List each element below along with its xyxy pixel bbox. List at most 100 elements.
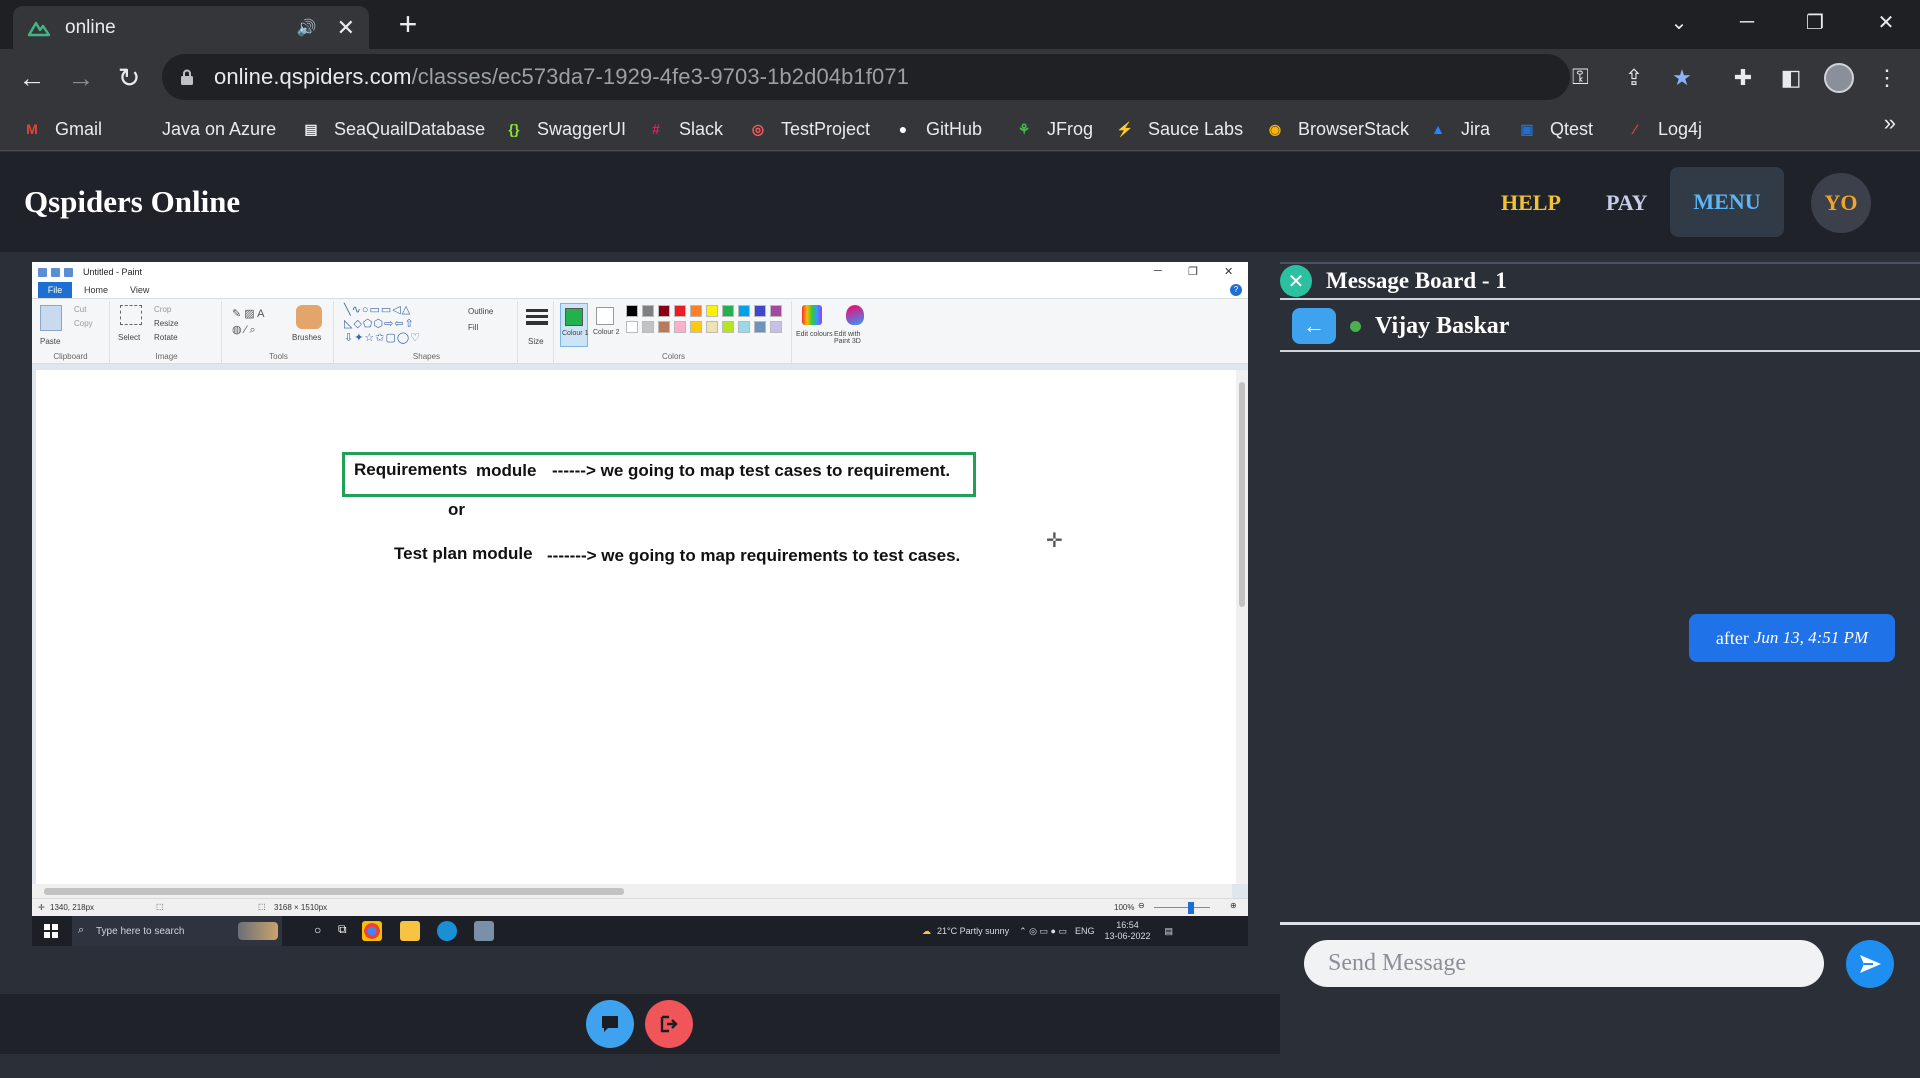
help-link[interactable]: HELP <box>1501 190 1561 216</box>
browser-tab[interactable]: online 🔊 ✕ <box>13 6 369 49</box>
reload-icon[interactable]: ↻ <box>110 59 148 97</box>
pay-link[interactable]: PAY <box>1606 190 1648 216</box>
cursor-position-icon: ✛ <box>38 903 45 912</box>
paint-minimize-icon: ─ <box>1154 265 1162 277</box>
windows-start-icon <box>44 924 58 938</box>
bookmark-log4j[interactable]: ⁄ Log4j <box>1624 115 1702 143</box>
send-button[interactable] <box>1846 940 1894 988</box>
size-label: Size <box>528 337 544 346</box>
tab-search-chevron-icon[interactable]: ⌄ <box>1645 0 1713 44</box>
extensions-puzzle-icon[interactable]: ✚ <box>1723 58 1763 98</box>
search-highlight-image <box>238 922 278 940</box>
close-board-icon[interactable]: ✕ <box>1280 265 1312 297</box>
brand-title[interactable]: Qspiders Online <box>24 184 240 220</box>
requirements-word: Requirements <box>354 460 468 479</box>
minimize-button[interactable]: ─ <box>1713 0 1781 44</box>
github-icon: ● <box>898 121 908 137</box>
edit-colors-button: Edit colours <box>794 301 833 363</box>
paint-taskbar-icon <box>474 921 494 941</box>
zoom-slider-thumb <box>1188 902 1194 914</box>
cut-label: Cut <box>74 305 87 314</box>
paint-ribbon-tabs: File Home View ? <box>32 282 1248 298</box>
audio-playing-icon[interactable]: 🔊 <box>297 18 317 38</box>
message-board-title: Message Board - 1 <box>1326 268 1507 293</box>
browser-tab-strip: online 🔊 ✕ + ⌄ ─ ❐ ✕ <box>0 0 1920 49</box>
back-arrow-icon[interactable]: ← <box>13 59 51 97</box>
palette-swatch <box>738 305 750 317</box>
clock-time: 16:54 <box>1116 920 1139 930</box>
cursor-position: 1340, 218px <box>50 903 95 912</box>
color1-selector: Colour 1 <box>560 303 588 347</box>
bookmark-star-icon[interactable]: ★ <box>1662 58 1702 98</box>
system-tray: ☁ 21°C Partly sunny ⌃ ◎ ▭ ● ▭ ENG 16:54 … <box>922 916 1173 946</box>
bookmark-jira[interactable]: ▲ Jira <box>1427 115 1490 143</box>
online-status-icon <box>1350 320 1361 332</box>
qtest-icon: ▣ <box>1520 120 1534 137</box>
paste-label: Paste <box>40 337 61 346</box>
profile-avatar-icon[interactable] <box>1819 58 1859 98</box>
bookmark-label: Java on Azure <box>162 118 277 139</box>
paint-close-icon: ✕ <box>1224 266 1234 278</box>
test-plan-arrow-note: -------> we going to map requirements to… <box>547 546 961 565</box>
menu-button[interactable]: MENU <box>1670 167 1784 237</box>
bookmark-jfrog[interactable]: ⚘ JFrog <box>1013 115 1093 143</box>
chat-toggle-button[interactable] <box>586 1000 634 1048</box>
leave-class-button[interactable] <box>645 1000 693 1048</box>
address-bar[interactable]: online.qspiders.com/classes/ec573da7-192… <box>162 54 1589 100</box>
paint-titlebar: Untitled - Paint ─ ❐ ✕ <box>32 262 1248 282</box>
palette-swatch <box>706 305 718 317</box>
bookmark-github[interactable]: ● GitHub <box>892 115 982 143</box>
palette-swatch <box>706 321 718 333</box>
restore-button[interactable]: ❐ <box>1781 0 1849 44</box>
bookmark-slack[interactable]: # Slack <box>645 115 723 143</box>
paint-tab-file: File <box>38 282 72 298</box>
bookmarks-bar: M Gmail Java on Azure ▤ SeaQuailDatabase {} Sw… <box>0 107 1920 151</box>
bookmark-qtest[interactable]: ▣ Qtest <box>1516 115 1593 143</box>
jira-icon: ▲ <box>1431 121 1445 137</box>
crop-label: Crop <box>154 305 172 314</box>
tab-close-icon[interactable]: ✕ <box>337 15 355 41</box>
window-close-button[interactable]: ✕ <box>1852 0 1920 44</box>
quick-access-toolbar <box>38 267 73 277</box>
file-explorer-taskbar-icon <box>400 921 420 941</box>
password-key-icon[interactable]: ⚿ <box>1572 54 1589 100</box>
palette-swatch <box>690 321 702 333</box>
slack-icon: # <box>652 121 660 137</box>
bookmark-label: Sauce Labs <box>1148 118 1244 139</box>
zoom-out-icon: ⊖ <box>1138 901 1145 910</box>
bookmarks-overflow-button[interactable]: » <box>1884 110 1896 136</box>
bookmark-sauce-labs[interactable]: ⚡ Sauce Labs <box>1114 115 1243 143</box>
share-icon[interactable]: ⇪ <box>1614 58 1654 98</box>
bookmark-testproject[interactable]: ◎ TestProject <box>747 115 870 143</box>
bookmark-swaggerui[interactable]: {} SwaggerUI <box>503 115 627 143</box>
ribbon-group-clipboard: Paste Cut Copy Clipboard <box>32 301 110 363</box>
chrome-taskbar-icon <box>362 921 382 941</box>
side-panel-icon[interactable]: ◧ <box>1771 58 1811 98</box>
ribbon-group-size: Size <box>520 301 554 363</box>
back-button[interactable]: ← <box>1292 308 1336 344</box>
bookmark-java-on-azure[interactable]: Java on Azure <box>128 115 276 143</box>
tools-icons: ✎ ▨ A <box>232 308 265 320</box>
shapes-group-label: Shapes <box>412 352 441 361</box>
user-avatar[interactable]: YO <box>1811 173 1871 233</box>
brushes-icon <box>296 305 322 329</box>
palette-swatch <box>690 305 702 317</box>
edge-taskbar-icon <box>437 921 457 941</box>
bookmark-browserstack[interactable]: ◉ BrowserStack <box>1264 115 1409 143</box>
zoom-in-icon: ⊕ <box>1230 901 1237 910</box>
message-board-header: ✕ Message Board - 1 <box>1280 262 1920 300</box>
or-word: or <box>448 500 465 519</box>
bookmark-gmail[interactable]: M Gmail <box>21 115 102 143</box>
weather-icon: ☁ <box>922 925 931 936</box>
url-text: online.qspiders.com/classes/ec573da7-192… <box>214 64 909 90</box>
palette-swatch <box>642 305 654 317</box>
new-tab-button[interactable]: + <box>390 8 426 42</box>
send-message-input[interactable]: Send Message <box>1304 940 1824 987</box>
bookmark-label: BrowserStack <box>1298 118 1410 139</box>
ribbon-group-image: Select Crop Resize Rotate Image <box>112 301 222 363</box>
bookmark-seaquaildatabase[interactable]: ▤ SeaQuailDatabase <box>300 115 485 143</box>
browser-menu-icon[interactable]: ⋮ <box>1867 58 1907 98</box>
contact-name: Vijay Baskar <box>1375 312 1510 339</box>
paint-horizontal-scrollbar <box>32 884 1232 898</box>
forward-arrow-icon[interactable]: → <box>62 59 100 97</box>
